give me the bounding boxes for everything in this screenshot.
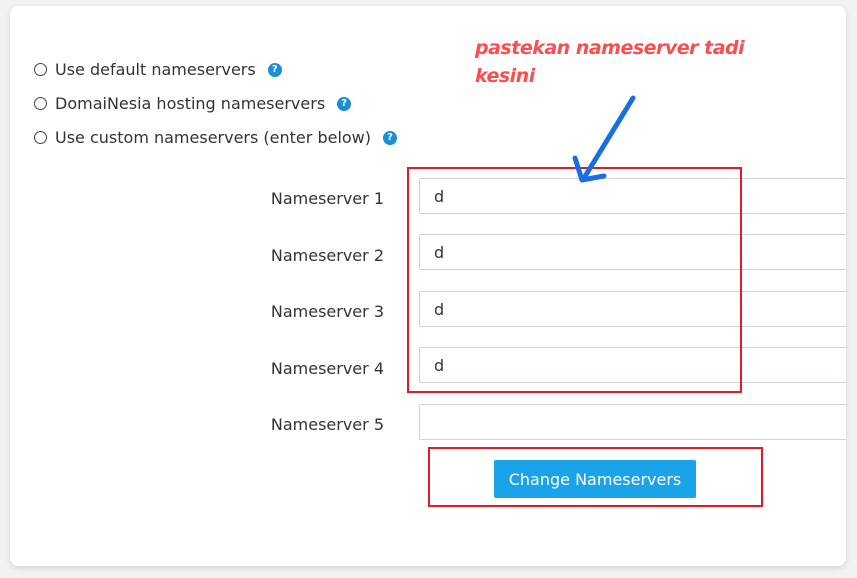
- option-default-label: Use default nameservers: [55, 60, 256, 79]
- highlight-box-button: [428, 447, 763, 507]
- question-circle-icon[interactable]: ?: [267, 62, 282, 77]
- option-default-nameservers[interactable]: Use default nameservers ?: [34, 60, 282, 79]
- annotation-text: pastekan nameserver tadi kesini: [475, 37, 745, 87]
- highlight-box-nameservers: [407, 167, 742, 393]
- question-circle-icon[interactable]: ?: [337, 96, 352, 111]
- option-hosting-nameservers[interactable]: DomaiNesia hosting nameservers ?: [34, 94, 352, 113]
- nameserver-3-label: Nameserver 3: [270, 302, 384, 321]
- arrow-down-left-icon: [572, 95, 636, 183]
- radio-unchecked-icon[interactable]: [34, 63, 47, 76]
- nameserver-4-label: Nameserver 4: [270, 359, 384, 378]
- nameserver-2-label: Nameserver 2: [270, 246, 384, 265]
- radio-unchecked-icon[interactable]: [34, 97, 47, 110]
- nameserver-card: Use default nameservers ? DomaiNesia hos…: [10, 6, 846, 566]
- option-custom-nameservers[interactable]: Use custom nameservers (enter below) ?: [34, 128, 397, 147]
- option-hosting-label: DomaiNesia hosting nameservers: [55, 94, 326, 113]
- question-circle-icon[interactable]: ?: [383, 130, 397, 145]
- nameserver-5-label: Nameserver 5: [270, 415, 384, 434]
- option-custom-label: Use custom nameservers (enter below): [55, 128, 371, 147]
- nameserver-1-label: Nameserver 1: [270, 189, 384, 208]
- nameserver-5-input[interactable]: [419, 404, 846, 440]
- radio-unchecked-icon[interactable]: [34, 131, 47, 144]
